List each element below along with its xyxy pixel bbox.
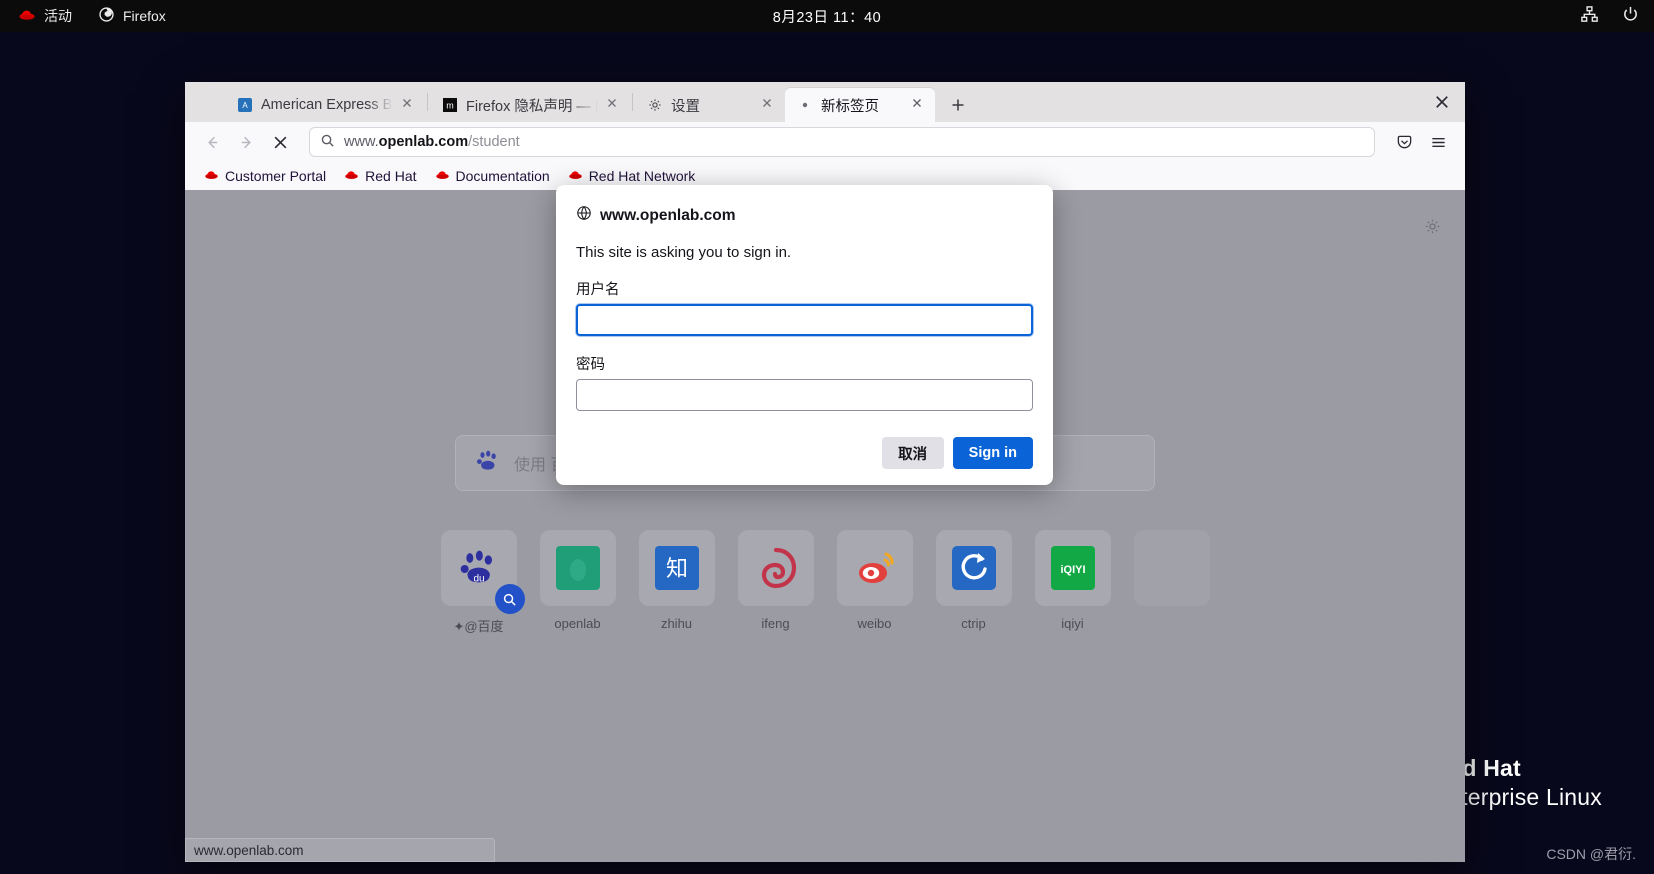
tab-separator	[427, 93, 428, 111]
password-field-group: 密码	[576, 353, 1033, 411]
redhat-bookmark-icon	[568, 168, 583, 184]
gnome-top-bar: 活动 Firefox 8月23日 11：40	[0, 0, 1654, 32]
cancel-button[interactable]: 取消	[881, 437, 944, 469]
tab-strip: A American Express Busines m Firefox 隐私声…	[185, 82, 1465, 122]
dialog-host-text: www.openlab.com	[600, 206, 736, 224]
network-icon[interactable]	[1580, 5, 1599, 27]
hamburger-menu-icon[interactable]	[1423, 127, 1453, 157]
dialog-host-row: www.openlab.com	[576, 205, 1033, 226]
activities-label: 活动	[44, 8, 72, 24]
password-label: 密码	[576, 357, 605, 373]
username-input[interactable]	[576, 304, 1033, 336]
power-icon[interactable]	[1621, 5, 1640, 27]
mozilla-favicon: m	[442, 97, 458, 113]
bookmark-red-hat-network[interactable]: Red Hat Network	[561, 165, 703, 187]
sign-in-button[interactable]: Sign in	[952, 437, 1033, 469]
tab-title: Firefox 隐私声明 — Mozill	[466, 98, 598, 115]
bookmark-customer-portal[interactable]: Customer Portal	[197, 165, 333, 187]
pocket-icon[interactable]	[1389, 127, 1419, 157]
dialog-message: This site is asking you to sign in.	[576, 244, 792, 261]
gear-favicon	[647, 97, 663, 113]
csdn-watermark: CSDN @君衍.	[1546, 846, 1636, 862]
dialog-actions: 取消 Sign in	[576, 437, 1033, 469]
tab-new-tab[interactable]: 新标签页	[785, 88, 935, 122]
firefox-app-label: Firefox	[123, 8, 166, 24]
tab-close-icon[interactable]	[606, 97, 622, 113]
firefox-logo-icon	[98, 6, 115, 26]
svg-text:m: m	[446, 101, 454, 111]
stop-loading-icon[interactable]	[265, 127, 295, 157]
tab-title: 设置	[671, 98, 700, 115]
redhat-bookmark-icon	[435, 168, 450, 184]
redhat-bookmark-icon	[344, 168, 359, 184]
username-field-group: 用户名	[576, 278, 1033, 336]
clock[interactable]: 8月23日 11：40	[0, 6, 1654, 27]
activities-button[interactable]: 活动	[18, 6, 72, 26]
globe-icon	[576, 205, 592, 226]
navigation-toolbar: www.openlab.com/student	[185, 122, 1465, 162]
tab-title: American Express Busines	[261, 97, 393, 113]
tab-settings[interactable]: 设置	[635, 88, 785, 122]
svg-text:A: A	[242, 101, 248, 110]
dot-favicon	[797, 97, 813, 113]
url-path: /student	[468, 134, 520, 150]
tab-firefox-privacy[interactable]: m Firefox 隐私声明 — Mozill	[430, 88, 630, 122]
tab-close-icon[interactable]	[761, 97, 777, 113]
bookmark-label: Red Hat Network	[588, 168, 696, 184]
tab-title: 新标签页	[821, 98, 879, 115]
forward-arrow-icon[interactable]	[231, 127, 261, 157]
bookmark-label: Red Hat	[365, 168, 417, 184]
search-icon	[320, 133, 335, 152]
url-text: www.openlab.com/student	[344, 134, 520, 150]
bookmark-documentation[interactable]: Documentation	[428, 165, 557, 187]
bookmark-label: Customer Portal	[225, 168, 327, 184]
redhat-bookmark-icon	[204, 168, 219, 184]
authentication-dialog: www.openlab.com This site is asking you …	[556, 185, 1053, 485]
tab-american-express[interactable]: A American Express Busines	[225, 88, 425, 122]
new-tab-button[interactable]	[943, 90, 973, 120]
window-close-button[interactable]	[1431, 91, 1453, 113]
amex-favicon: A	[237, 97, 253, 113]
tab-separator	[632, 93, 633, 111]
username-label: 用户名	[576, 282, 620, 298]
password-input[interactable]	[576, 379, 1033, 411]
tab-close-icon[interactable]	[911, 97, 927, 113]
back-arrow-icon[interactable]	[197, 127, 227, 157]
desktop-background: Red Hat Enterprise Linux CSDN @君衍. A Ame…	[0, 32, 1654, 874]
redhat-logo-icon	[18, 8, 36, 25]
firefox-app-menu[interactable]: Firefox	[98, 6, 166, 26]
bookmark-red-hat[interactable]: Red Hat	[337, 165, 423, 187]
url-domain: openlab.com	[378, 134, 469, 150]
url-bar[interactable]: www.openlab.com/student	[309, 127, 1375, 157]
url-prefix: www.	[344, 134, 379, 150]
firefox-window: A American Express Busines m Firefox 隐私声…	[185, 82, 1465, 862]
tab-close-icon[interactable]	[401, 97, 417, 113]
bookmark-label: Documentation	[455, 168, 550, 184]
